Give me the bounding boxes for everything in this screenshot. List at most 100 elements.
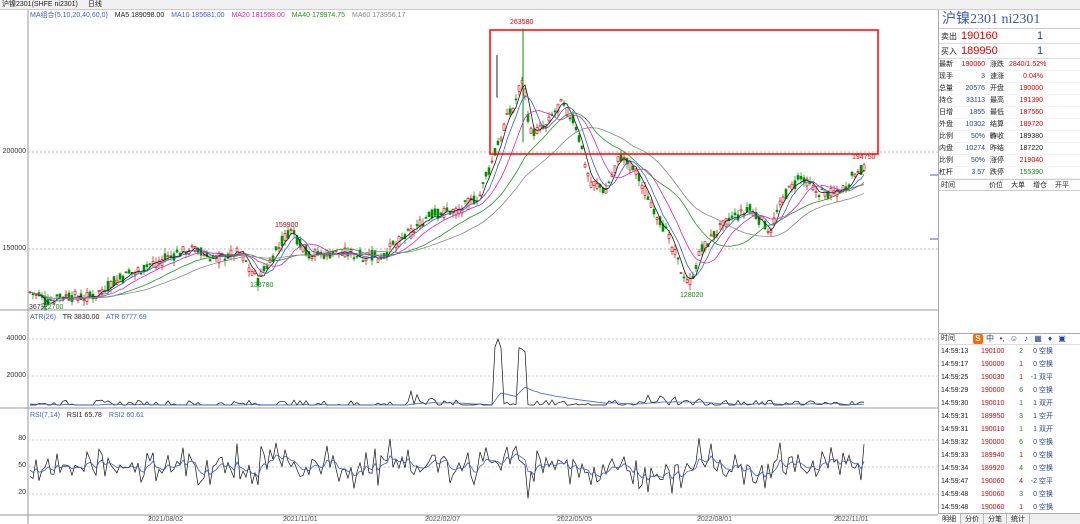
quote-value: 190060 (961, 61, 985, 68)
trade-size: 1 (1019, 374, 1023, 381)
trade-oi-change: 0 (1033, 452, 1037, 459)
candle-body (391, 240, 395, 245)
price-tick: 200000 (2, 148, 26, 155)
trade-size: 3 (1019, 491, 1023, 498)
quote-label: 总量 (939, 85, 953, 92)
candle-body (283, 233, 287, 241)
trade-size: 4 (1019, 465, 1023, 472)
quote-row: 日增 1855 最低 187560 (939, 107, 1080, 119)
chinese-mode-icon[interactable]: 中 (985, 334, 995, 344)
trade-size: 6 (1019, 439, 1023, 446)
candle-body (139, 273, 143, 275)
candle-body (646, 196, 650, 201)
candle-body (148, 263, 152, 265)
punctuation-icon[interactable]: •, (997, 334, 1007, 344)
trade-time: 14:59:31 (941, 426, 969, 433)
candle-body (55, 294, 59, 297)
quote-row: 现手 3 速涨 0.04% (939, 71, 1080, 83)
quote-panel: 沪镍2301 ni2301 卖出 190160 1 买入 189950 1 最新… (938, 10, 1080, 524)
trade-row[interactable]: 14:59:31 189950 3 1 空开 (939, 410, 1080, 423)
trade-row[interactable]: 14:59:34 189920 4 0 空换 (939, 462, 1080, 475)
bid-row[interactable]: 买入 189950 1 (939, 44, 1080, 59)
trade-row[interactable]: 14:59:13 190100 2 0 空换 (939, 345, 1080, 358)
trade-row[interactable]: 14:59:29 190000 6 0 空换 (939, 384, 1080, 397)
quote-value: 10274 (965, 145, 985, 152)
quote-label: 比例 (939, 133, 953, 140)
microphone-icon[interactable]: ♪ (1021, 334, 1031, 344)
tick-header-big: 大单 (1011, 182, 1025, 189)
trade-oi-change: 0 (1033, 439, 1037, 446)
period-selector[interactable]: 日线 (88, 1, 102, 8)
candle-body (487, 167, 491, 175)
candle-body (97, 290, 101, 292)
quote-value: 191390 (1019, 97, 1043, 104)
bid-label: 买入 (941, 47, 957, 56)
quote-row: 总量 20576 开盘 190000 (939, 83, 1080, 95)
candle-body (814, 191, 818, 193)
quote-label: 现手 (939, 73, 953, 80)
date-tick: 2022/05/05 (557, 516, 593, 523)
candle-body (112, 276, 116, 287)
candle-body (862, 164, 866, 171)
atr-legend-name: ATR(26) (30, 314, 56, 321)
trade-oi-change: 0 (1033, 491, 1037, 498)
tab-detail[interactable]: 明细 (938, 514, 961, 524)
shirt-icon[interactable]: ♦ (1045, 334, 1055, 344)
trade-price: 190000 (981, 439, 1005, 446)
trade-price: 190000 (981, 361, 1005, 368)
atr-legend: ATR(26) TR 3830.00 ATR 6777.69 (30, 313, 152, 322)
trade-row[interactable]: 14:59:25 190030 1 -1 双平 (939, 371, 1080, 384)
candle-body (433, 208, 437, 216)
tick-header-oi: 增仓 (1033, 182, 1047, 189)
quote-value: 1855 (969, 109, 985, 116)
trade-row[interactable]: 14:59:32 190000 6 0 空换 (939, 436, 1080, 449)
candle-body (73, 290, 77, 295)
candle-body (505, 113, 509, 115)
ma5-value: MA5 189098.00 (114, 12, 165, 19)
trade-row[interactable]: 14:59:17 190000 1 0 空换 (939, 358, 1080, 371)
sogou-icon[interactable]: S (973, 334, 983, 344)
quote-label: 速涨 (990, 73, 1004, 80)
tab-price-dist[interactable]: 分价 (961, 514, 984, 524)
recent-annotation: 194750 (852, 154, 876, 161)
candle-body (673, 249, 677, 255)
quote-label: 日增 (939, 109, 953, 116)
trade-row[interactable]: 14:59:47 190060 4 -2 空平 (939, 475, 1080, 488)
quote-label: 最新 (939, 61, 953, 68)
candle-body (262, 266, 266, 272)
grid-icon[interactable]: ▣ (1057, 334, 1067, 344)
low-annotation: 128020 (680, 292, 704, 299)
candle-body (355, 255, 359, 258)
chart-area[interactable] (0, 10, 938, 524)
tab-stats[interactable]: 统计 (1007, 514, 1030, 524)
candle-body (208, 259, 212, 262)
candle-body (667, 234, 671, 239)
candle-body (853, 173, 857, 178)
trade-oi-change: 0 (1033, 361, 1037, 368)
trade-type: 空换 (1039, 348, 1053, 355)
trade-row[interactable]: 14:59:33 189940 1 0 空换 (939, 449, 1080, 462)
candle-body (553, 110, 557, 113)
emoji-icon[interactable]: ☺ (1009, 334, 1019, 344)
candle-body (244, 260, 248, 262)
trade-row[interactable]: 14:59:48 190060 3 0 空换 (939, 488, 1080, 501)
tick-header-type: 开平 (1055, 182, 1069, 189)
ask-row[interactable]: 卖出 190160 1 (939, 29, 1080, 44)
rsi1-value: RSI1 65.78 (66, 412, 102, 419)
trade-size: 3 (1019, 413, 1023, 420)
candle-body (106, 280, 110, 292)
candle-body (265, 265, 269, 269)
trade-price: 190060 (981, 478, 1005, 485)
candle-body (463, 200, 467, 202)
trade-oi-change: -2 (1030, 478, 1037, 485)
candle-body (589, 181, 593, 188)
trade-row[interactable]: 14:59:30 190010 1 1 双开 (939, 397, 1080, 410)
candle-body (766, 231, 770, 233)
peak-annotation: 159900 (275, 222, 299, 229)
candle-body (34, 294, 38, 296)
trade-time: 14:59:13 (941, 348, 969, 355)
candle-body (751, 211, 755, 216)
trade-row[interactable]: 14:59:31 190010 1 1 双开 (939, 423, 1080, 436)
keyboard-icon[interactable]: ▦ (1033, 334, 1043, 344)
tab-ticks[interactable]: 分笔 (984, 514, 1007, 524)
